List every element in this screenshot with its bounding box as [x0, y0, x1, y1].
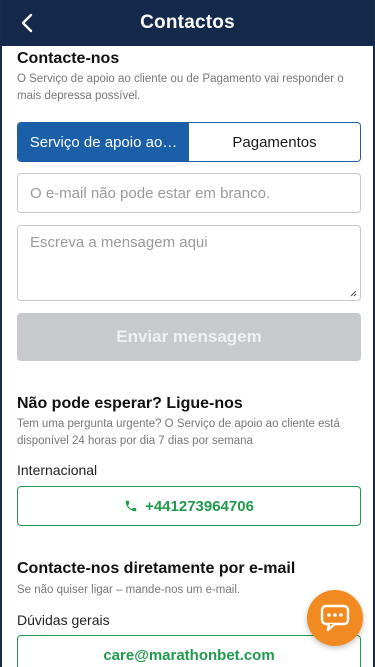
app-frame: Contactos Contacte-nos O Serviço de apoi…: [0, 0, 375, 667]
tab-payments[interactable]: Pagamentos: [189, 123, 360, 161]
message-placeholder: Escreva a mensagem aqui: [30, 234, 208, 251]
international-label: Internacional: [17, 462, 98, 478]
email-field[interactable]: O e-mail não pode estar em branco.: [17, 173, 361, 213]
phone-section-subtitle: Tem uma pergunta urgente? O Serviço de a…: [17, 418, 340, 447]
resize-handle-icon[interactable]: [350, 290, 357, 297]
email-link-button[interactable]: care@marathonbet.com: [17, 635, 361, 667]
email-section-subtitle: Se não quiser ligar – mande-nos um e-mai…: [17, 584, 241, 596]
back-arrow-icon: [21, 13, 33, 33]
chat-bubble-icon: [320, 604, 350, 632]
contact-section-subtitle: O Serviço de apoio ao cliente ou de Paga…: [17, 73, 344, 102]
support-email: care@marathonbet.com: [103, 646, 275, 664]
message-textarea[interactable]: Escreva a mensagem aqui: [17, 225, 361, 301]
phone-section-title: Não pode esperar? Ligue-nos: [17, 395, 243, 412]
general-questions-label: Dúvidas gerais: [17, 612, 110, 628]
email-section-title: Contacte-nos diretamente por e-mail: [17, 560, 296, 577]
phone-number: +441273964706: [145, 497, 254, 515]
tab-customer-support[interactable]: Serviço de apoio ao…: [18, 123, 189, 161]
call-phone-button[interactable]: +441273964706: [17, 486, 361, 526]
chat-button[interactable]: [307, 590, 363, 646]
department-tabs: Serviço de apoio ao… Pagamentos: [17, 122, 361, 162]
email-placeholder: O e-mail não pode estar em branco.: [30, 184, 271, 202]
page-title: Contactos: [140, 12, 235, 33]
contact-section-title: Contacte-nos: [17, 50, 120, 67]
phone-icon: [125, 500, 137, 512]
back-button[interactable]: [16, 11, 38, 35]
top-bar: Contactos: [2, 0, 373, 46]
send-message-button[interactable]: Enviar mensagem: [17, 313, 361, 361]
